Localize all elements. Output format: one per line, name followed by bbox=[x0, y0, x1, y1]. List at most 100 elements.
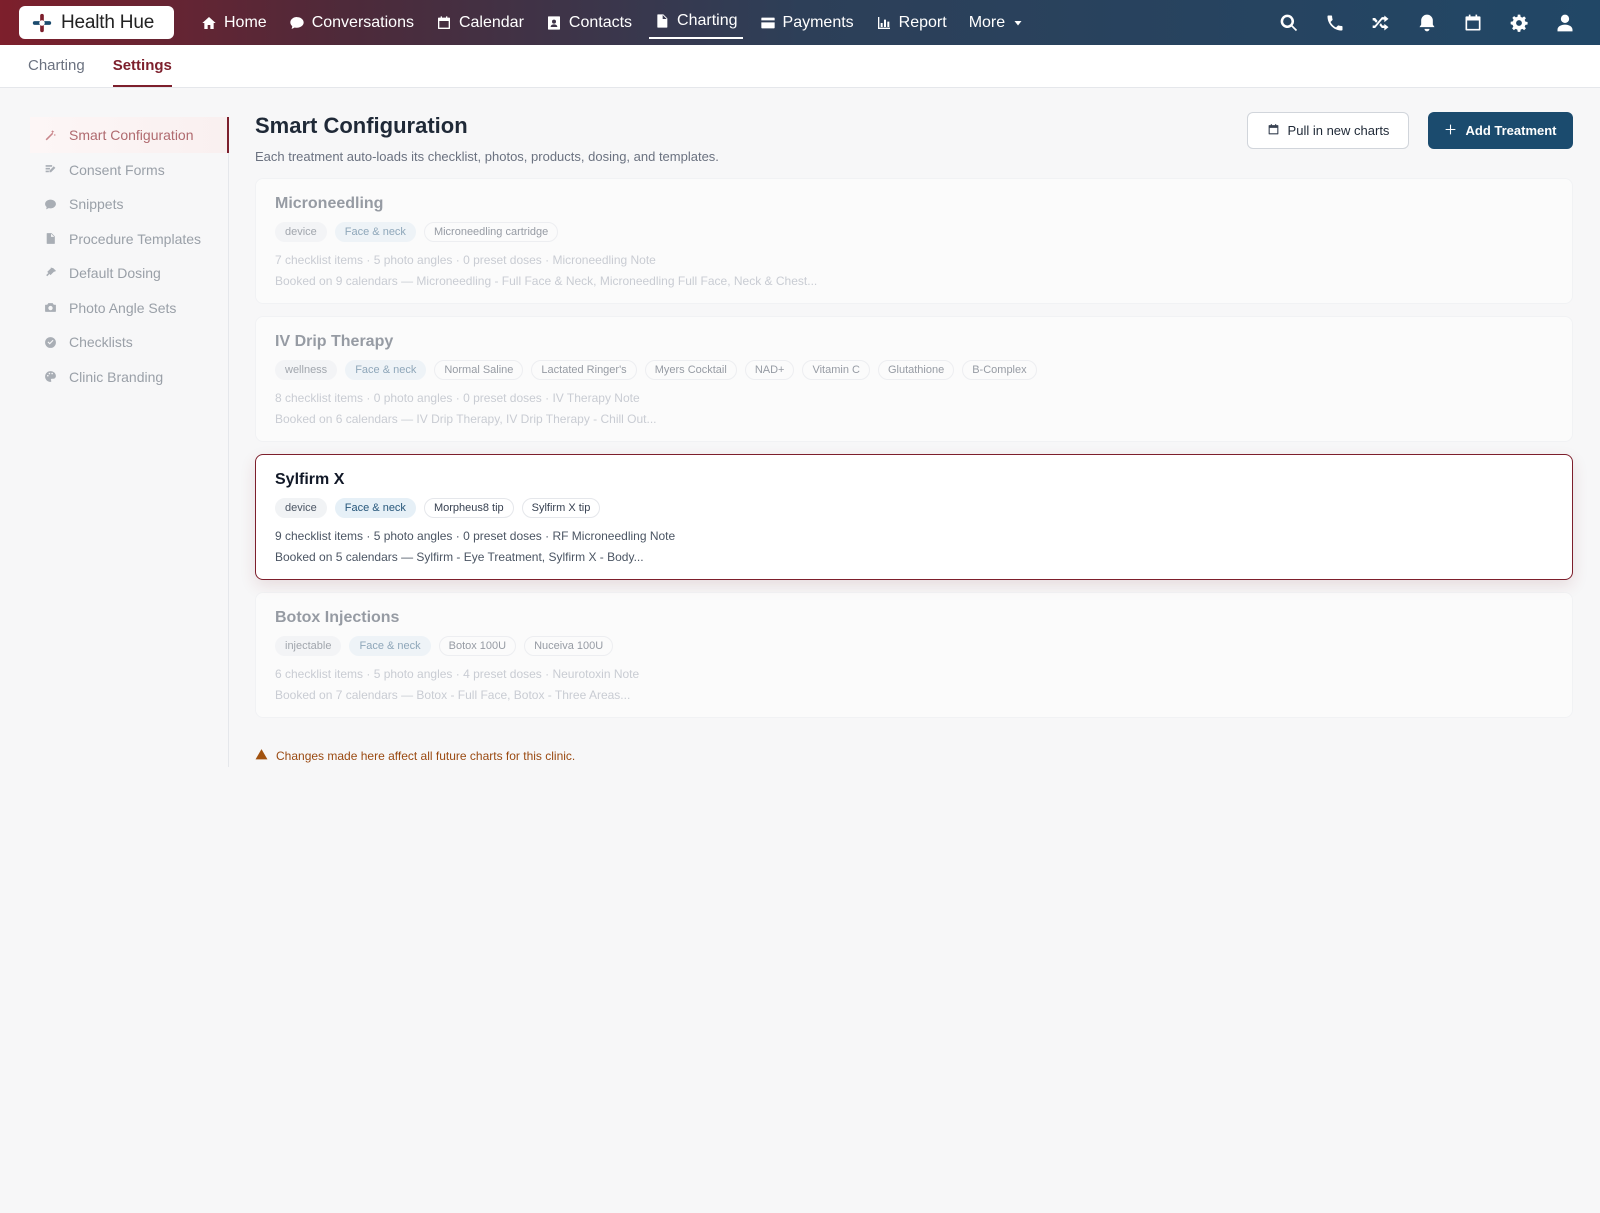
sidebar-item-consent-forms[interactable]: Consent Forms bbox=[30, 152, 228, 188]
camera-icon bbox=[44, 301, 57, 314]
calendar-icon[interactable] bbox=[1450, 0, 1496, 45]
main-nav: Home Conversations Calendar Contacts Chartin… bbox=[190, 0, 1035, 45]
magic-wand-icon bbox=[44, 129, 57, 142]
page-subtitle: Each treatment auto-loads its checklist,… bbox=[255, 149, 719, 164]
treatment-name: Botox Injections bbox=[275, 609, 400, 626]
sidebar-item-smart-configuration[interactable]: Smart Configuration bbox=[30, 117, 229, 153]
pull-in-new-charts-label: Pull in new charts bbox=[1287, 123, 1390, 138]
shuffle-icon[interactable] bbox=[1358, 0, 1404, 45]
chat-icon bbox=[289, 15, 305, 31]
product-tag: Lactated Ringer's bbox=[531, 360, 637, 380]
treatment-card-botox-injections[interactable]: Botox Injections injectable Face & neck Bot… bbox=[255, 592, 1573, 718]
treatment-card-sylfirm-x[interactable]: Sylfirm X device Face & neck Morpheus8 tip S… bbox=[255, 454, 1573, 580]
sidebar-item-clinic-branding[interactable]: Clinic Branding bbox=[30, 359, 228, 395]
sidebar-item-label: Smart Configuration bbox=[69, 127, 194, 143]
treatment-calendars: Booked on 5 calendars — Sylfirm - Eye Tr… bbox=[275, 550, 644, 564]
sidebar-item-label: Consent Forms bbox=[69, 161, 165, 178]
main-content: Smart Configuration Each treatment auto-… bbox=[255, 110, 1573, 763]
brand-logo[interactable]: Health Hue bbox=[19, 6, 174, 39]
pull-in-new-charts-button[interactable]: Pull in new charts bbox=[1247, 112, 1409, 149]
treatment-name: Sylfirm X bbox=[275, 471, 345, 488]
nav-label: Contacts bbox=[568, 13, 633, 31]
product-tag: Nuceiva 100U bbox=[524, 636, 614, 656]
tag-list: device Face & neck Morpheus8 tip Sylfirm X … bbox=[275, 498, 1553, 518]
caret-down-icon bbox=[1012, 17, 1024, 29]
nav-label: Calendar bbox=[458, 13, 524, 31]
credit-card-icon bbox=[760, 15, 776, 31]
document-icon bbox=[654, 13, 670, 29]
warning-icon bbox=[255, 748, 268, 764]
sidebar-item-label: Checklists bbox=[69, 334, 133, 350]
product-tag: Vitamin C bbox=[802, 360, 870, 380]
nav-report[interactable]: Report bbox=[865, 0, 958, 45]
search-icon[interactable] bbox=[1266, 0, 1312, 45]
calendar-icon bbox=[436, 15, 452, 31]
calendar-icon bbox=[1267, 123, 1280, 139]
treatment-summary: 7 checklist items · 5 photo angles · 0 p… bbox=[275, 253, 656, 267]
document-icon bbox=[44, 232, 57, 245]
palette-icon bbox=[44, 370, 57, 383]
bell-icon[interactable] bbox=[1404, 0, 1450, 45]
product-tag: Microneedling cartridge bbox=[423, 222, 559, 242]
area-tag: Face & neck bbox=[349, 636, 431, 656]
tab-charting[interactable]: Charting bbox=[28, 57, 85, 87]
nav-home[interactable]: Home bbox=[190, 0, 278, 45]
product-tag: Sylfirm X tip bbox=[521, 498, 601, 518]
treatment-card-microneedling[interactable]: Microneedling device Face & neck Microneedl… bbox=[255, 178, 1573, 304]
warning-text: Changes made here affect all future char… bbox=[276, 749, 576, 763]
nav-contacts[interactable]: Contacts bbox=[535, 0, 643, 45]
signature-icon bbox=[44, 163, 57, 176]
nav-label: Payments bbox=[782, 13, 854, 31]
area-tag: Face & neck bbox=[345, 360, 427, 380]
nav-charting[interactable]: Charting bbox=[643, 0, 748, 43]
tab-settings[interactable]: Settings bbox=[112, 57, 172, 87]
sidebar-item-label: Procedure Templates bbox=[69, 230, 202, 247]
product-tag: Myers Cocktail bbox=[644, 360, 737, 380]
product-tag: B-Complex bbox=[962, 360, 1037, 380]
nav-more[interactable]: More bbox=[958, 0, 1035, 45]
treatment-name: Microneedling bbox=[275, 195, 384, 212]
home-icon bbox=[201, 15, 217, 31]
product-tag: Botox 100U bbox=[438, 636, 517, 656]
sidebar-item-default-dosing[interactable]: Default Dosing bbox=[30, 255, 228, 291]
tag-list: injectable Face & neck Botox 100U Nuceiva 1… bbox=[275, 636, 1553, 656]
add-treatment-button[interactable]: Add Treatment bbox=[1428, 112, 1573, 149]
tag-list: device Face & neck Microneedling cartridge bbox=[275, 222, 1553, 242]
sidebar-item-label: Snippets bbox=[69, 196, 124, 212]
nav-utility-icons bbox=[1266, 0, 1588, 45]
nav-label: Charting bbox=[677, 11, 738, 29]
tag-list: wellness Face & neck Normal Saline Lactated… bbox=[275, 360, 1553, 380]
treatment-summary: 8 checklist items · 0 photo angles · 0 p… bbox=[275, 391, 640, 405]
bar-chart-icon bbox=[876, 15, 892, 31]
category-tag: device bbox=[275, 222, 327, 242]
sidebar-item-label: Photo Angle Sets bbox=[69, 299, 177, 316]
sidebar-item-snippets[interactable]: Snippets bbox=[30, 186, 228, 222]
sidebar-item-procedure-templates[interactable]: Procedure Templates bbox=[30, 221, 228, 257]
brand-name: Health Hue bbox=[61, 11, 155, 33]
product-tag: Morpheus8 tip bbox=[423, 498, 514, 518]
product-tag: Glutathione bbox=[877, 360, 955, 380]
sidebar-item-label: Clinic Branding bbox=[69, 368, 164, 385]
user-icon[interactable] bbox=[1542, 0, 1588, 45]
area-tag: Face & neck bbox=[334, 498, 416, 518]
area-tag: Face & neck bbox=[334, 222, 416, 242]
treatment-summary: 6 checklist items · 5 photo angles · 4 p… bbox=[275, 667, 640, 681]
sidebar-item-checklists[interactable]: Checklists bbox=[30, 324, 228, 360]
warning-note: Changes made here affect all future char… bbox=[255, 748, 575, 764]
treatment-name: IV Drip Therapy bbox=[275, 333, 394, 350]
phone-icon[interactable] bbox=[1312, 0, 1358, 45]
nav-payments[interactable]: Payments bbox=[749, 0, 865, 45]
sidebar-item-photo-angle-sets[interactable]: Photo Angle Sets bbox=[30, 290, 228, 326]
treatment-calendars: Booked on 6 calendars — IV Drip Therapy,… bbox=[275, 412, 657, 426]
category-tag: device bbox=[275, 498, 327, 518]
product-tag: Normal Saline bbox=[434, 360, 524, 380]
nav-label: Home bbox=[224, 13, 267, 31]
treatment-card-iv-drip-therapy[interactable]: IV Drip Therapy wellness Face & neck Normal… bbox=[255, 316, 1573, 442]
treatment-calendars: Booked on 9 calendars — Microneedling - … bbox=[275, 274, 818, 288]
syringe-icon bbox=[44, 267, 57, 280]
gear-icon[interactable] bbox=[1496, 0, 1542, 45]
category-tag: injectable bbox=[275, 636, 342, 656]
nav-conversations[interactable]: Conversations bbox=[278, 0, 425, 45]
settings-sidebar: Smart Configuration Consent Forms Snippets… bbox=[30, 117, 229, 767]
nav-calendar[interactable]: Calendar bbox=[425, 0, 535, 45]
